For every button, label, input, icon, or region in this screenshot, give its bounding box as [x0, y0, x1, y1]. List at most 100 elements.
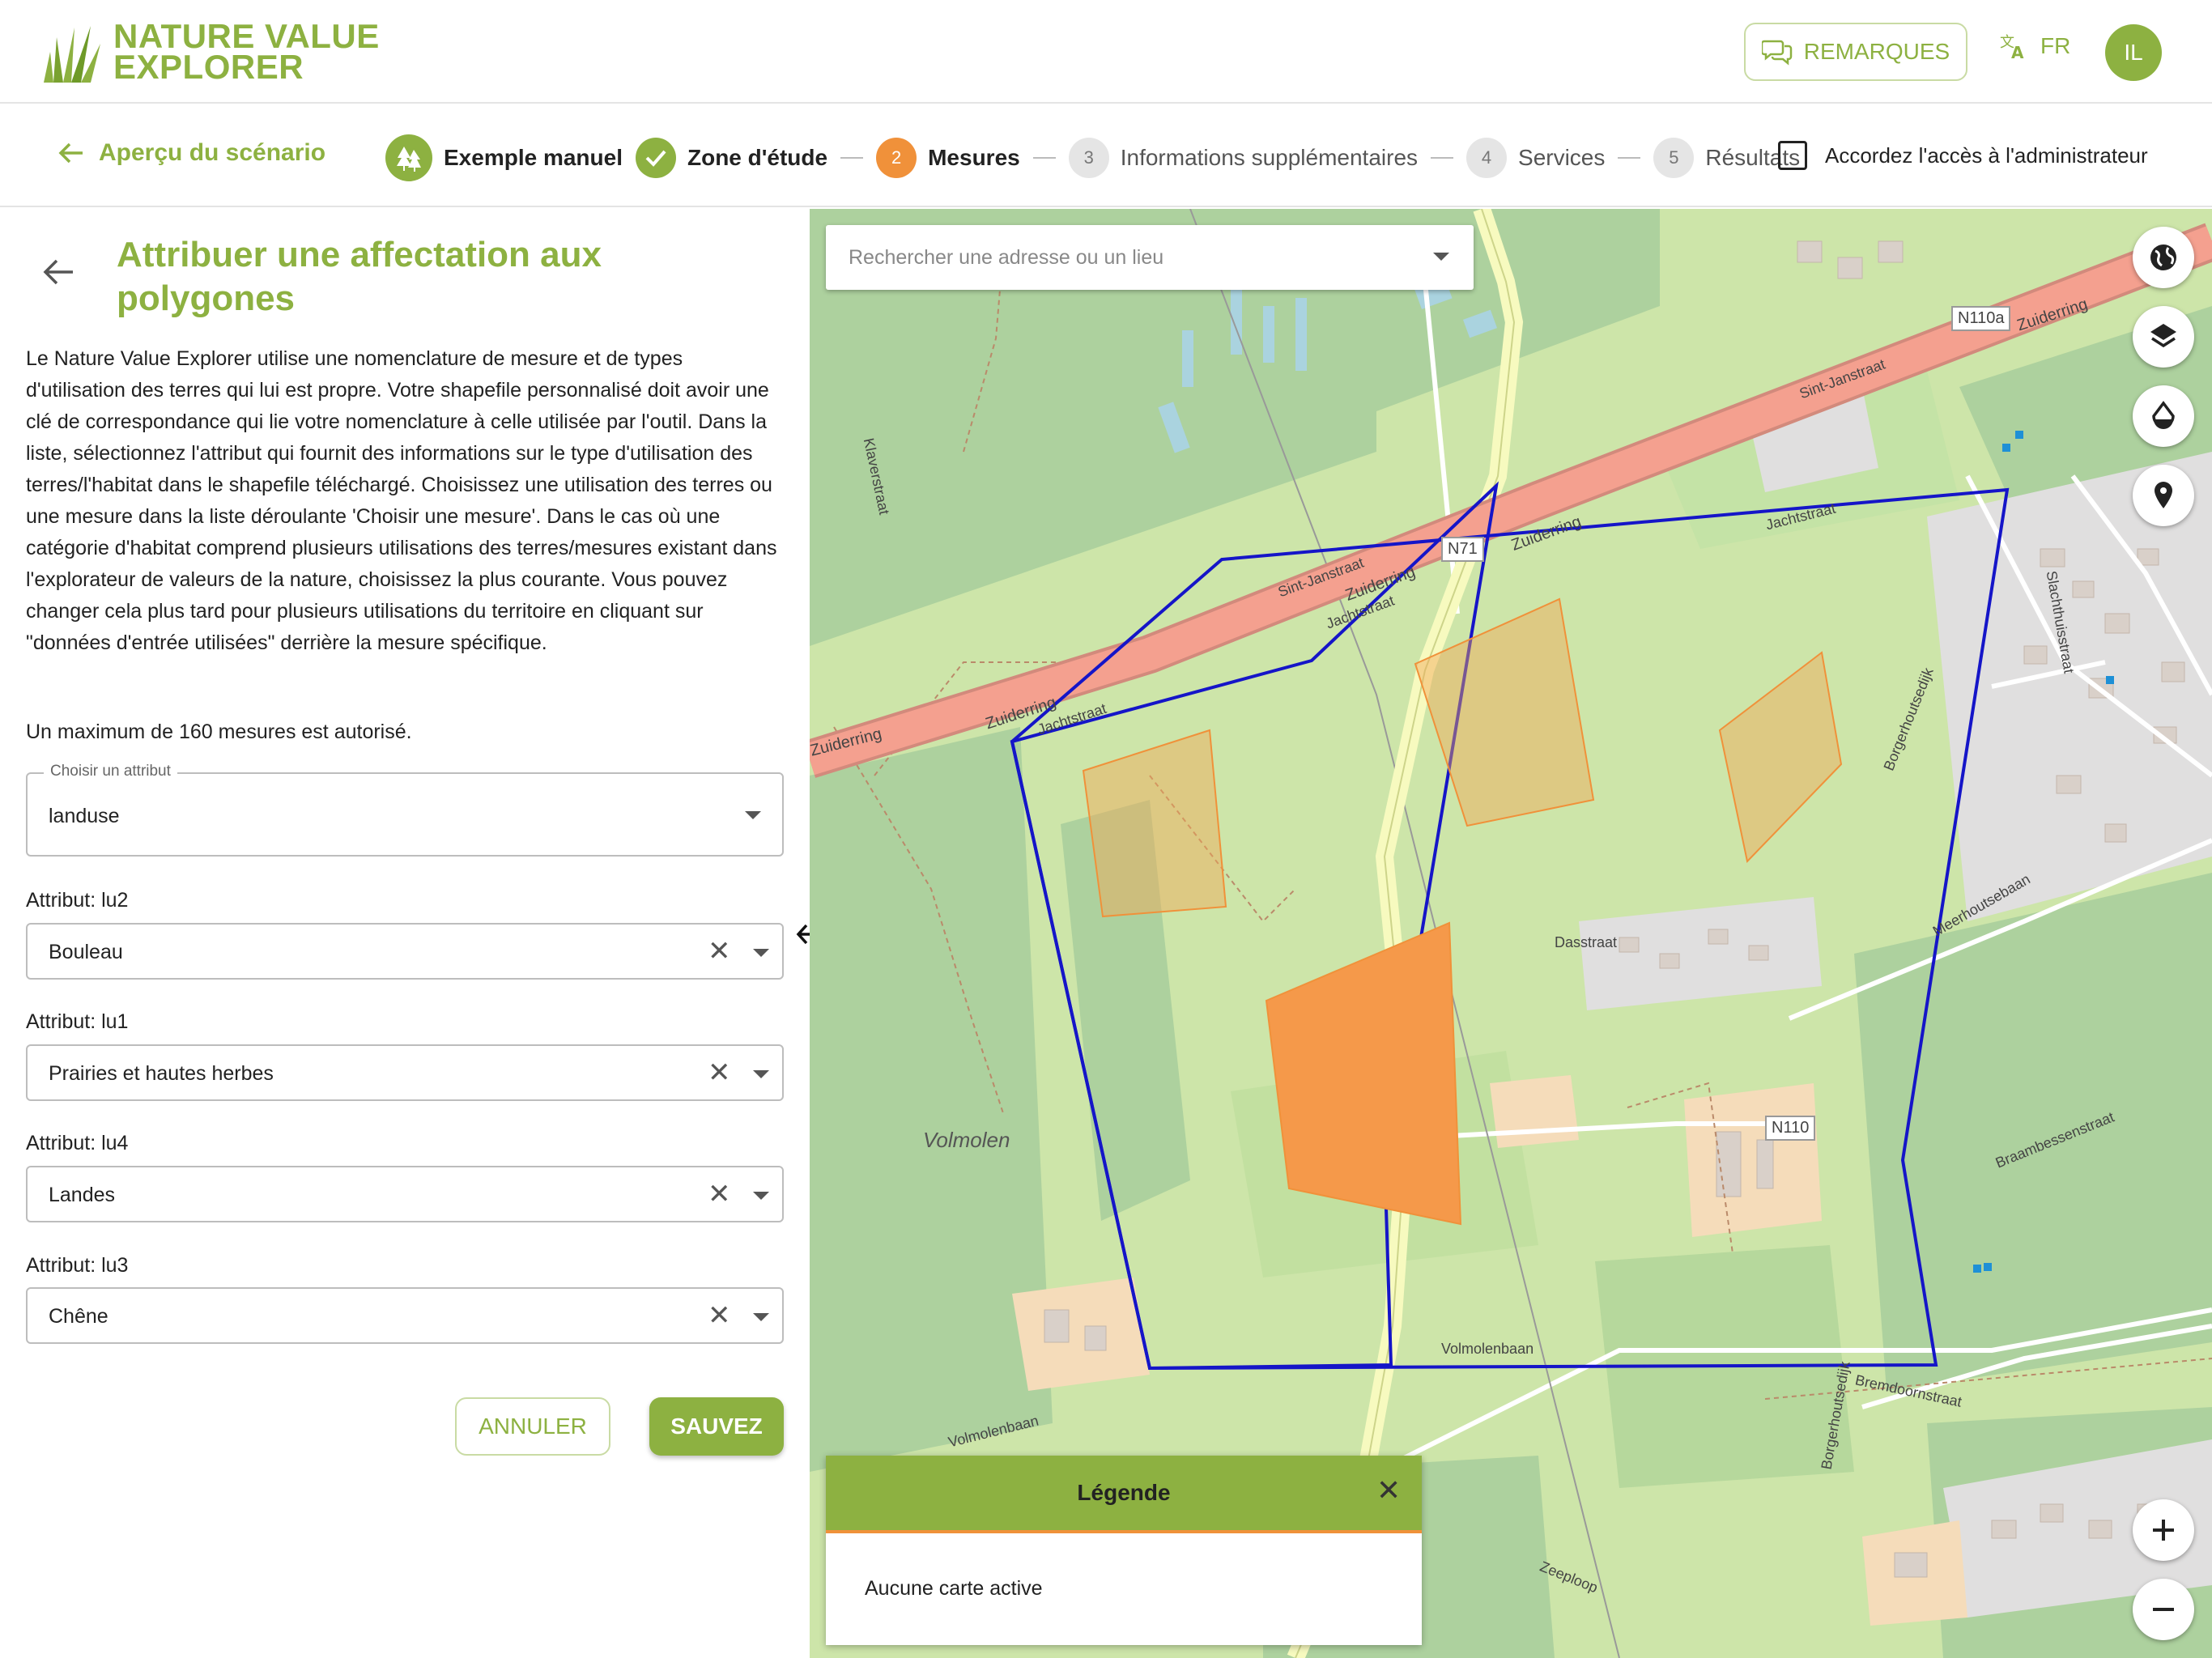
layers-icon [2150, 324, 2176, 348]
user-avatar[interactable]: IL [2105, 24, 2162, 81]
scenario-overview-link[interactable]: Aperçu du scénario [58, 139, 325, 167]
chevron-down-icon[interactable] [1433, 253, 1449, 261]
step-separator [1032, 157, 1056, 159]
app-header: NATURE VALUE EXPLORER REMARQUES 文 A FR I… [0, 0, 2212, 104]
step-scenario-name[interactable]: Exemple manuel [385, 134, 623, 181]
logo-line2: EXPLORER [113, 48, 304, 86]
map-legend: Légende ✕ Aucune carte active [826, 1456, 1422, 1645]
attribute-label-lu2: Attribut: lu2 [26, 889, 129, 912]
attribute-select-label: Choisir un attribut [44, 763, 177, 780]
step-number: 5 [1653, 138, 1695, 178]
attribute-label-lu1: Attribut: lu1 [26, 1010, 129, 1033]
checkmark-icon [635, 138, 676, 178]
legend-empty-text: Aucune carte active [865, 1577, 1043, 1600]
measure-value: Prairies et hautes herbes [49, 1062, 274, 1085]
zoom-in-button[interactable] [2133, 1499, 2194, 1561]
step-measures[interactable]: 2 Mesures [876, 138, 1020, 178]
measure-value: Landes [49, 1184, 116, 1206]
globe-icon [2150, 244, 2176, 270]
language-code: FR [2040, 33, 2071, 58]
max-measures-note: Un maximum de 160 mesures est autorisé. [26, 721, 412, 743]
measure-select-lu2[interactable]: Bouleau ✕ [26, 923, 784, 980]
step-services[interactable]: 4 Services [1466, 138, 1605, 178]
clear-icon[interactable]: ✕ [708, 1302, 731, 1329]
step-number: 3 [1068, 138, 1109, 178]
chevron-down-icon[interactable] [753, 949, 769, 957]
chevron-down-icon[interactable] [753, 1070, 769, 1078]
step-label: Informations supplémentaires [1120, 145, 1419, 170]
step-separator [840, 157, 864, 159]
road-label: Volmolenbaan [1441, 1341, 1534, 1357]
zoom-out-button[interactable] [2133, 1579, 2194, 1640]
cancel-button[interactable]: ANNULER [455, 1397, 610, 1456]
save-button[interactable]: SAUVEZ [649, 1397, 784, 1456]
map-pin-icon [2155, 482, 2172, 508]
attribute-label-lu4: Attribut: lu4 [26, 1132, 129, 1154]
place-label: Volmolen [923, 1128, 1010, 1152]
clear-icon[interactable]: ✕ [708, 1059, 731, 1086]
road-label: N110 [1765, 1116, 1816, 1141]
translate-icon: 文 A [2000, 34, 2024, 62]
chat-bubbles-icon [1761, 40, 1793, 66]
panel-back-button[interactable] [42, 257, 74, 291]
svg-text:A: A [2011, 43, 2024, 62]
layers-button[interactable] [2133, 306, 2194, 368]
map-view[interactable]: N110a Zuiderring N71 Zuiderring Zuiderri… [810, 209, 2212, 1658]
admin-access-label: Accordez l'accès à l'administrateur [1825, 142, 2148, 168]
step-separator [1618, 157, 1641, 159]
opacity-drop-icon [2152, 401, 2175, 429]
language-selector[interactable]: 文 A FR [1998, 31, 2070, 62]
step-number: 2 [876, 138, 917, 178]
step-label: Services [1518, 145, 1606, 170]
remarks-label: REMARQUES [1803, 39, 1950, 64]
app-logo[interactable]: NATURE VALUE EXPLORER [39, 19, 380, 84]
step-bar: Aperçu du scénario Exemple manuel Zone d… [0, 105, 2212, 207]
step-label: Exemple manuel [444, 145, 623, 170]
admin-access-checkbox[interactable] [1778, 141, 1807, 170]
legend-header: Légende ✕ [826, 1456, 1422, 1533]
measure-select-lu3[interactable]: Chêne ✕ [26, 1287, 784, 1344]
panel-description: Le Nature Value Explorer utilise une nom… [26, 347, 777, 654]
opacity-button[interactable] [2133, 385, 2194, 447]
road-label: N71 [1441, 537, 1484, 562]
step-number: 4 [1466, 138, 1508, 178]
admin-access-toggle[interactable]: Accordez l'accès à l'administrateur [1778, 141, 2148, 170]
assignment-panel: Attribuer une affectation aux polygones … [0, 209, 808, 1658]
measure-select-lu4[interactable]: Landes ✕ [26, 1166, 784, 1222]
measure-select-lu1[interactable]: Prairies et hautes herbes ✕ [26, 1044, 784, 1101]
chevron-down-icon [745, 811, 761, 819]
step-label: Zone d'étude [687, 145, 828, 170]
chevron-down-icon[interactable] [753, 1192, 769, 1200]
chevron-down-icon[interactable] [753, 1313, 769, 1321]
step-zone[interactable]: Zone d'étude [635, 138, 828, 178]
measure-value: Chêne [49, 1305, 108, 1328]
attribute-select-value: landuse [49, 805, 120, 827]
legend-title: Légende [1077, 1480, 1171, 1505]
scenario-steps: Exemple manuel Zone d'étude 2 Mesures 3 … [385, 134, 1800, 181]
measure-value: Bouleau [49, 941, 123, 963]
grass-logo-icon [44, 26, 100, 83]
step-additional-info[interactable]: 3 Informations supplémentaires [1068, 138, 1419, 178]
plus-icon [2153, 1520, 2174, 1541]
clear-icon[interactable]: ✕ [708, 937, 731, 965]
panel-title: Attribuer une affectation aux polygones [117, 235, 602, 318]
minus-icon [2153, 1608, 2174, 1611]
attribute-label-lu3: Attribut: lu3 [26, 1254, 129, 1277]
address-search-input[interactable]: Rechercher une adresse ou un lieu [826, 225, 1474, 290]
back-link-label: Aperçu du scénario [99, 139, 326, 166]
remarks-button[interactable]: REMARQUES [1744, 23, 1967, 81]
road-label: N110a [1951, 306, 2011, 331]
close-icon[interactable]: ✕ [1376, 1473, 1401, 1507]
map-canvas[interactable] [810, 209, 2212, 1658]
road-label: Dasstraat [1555, 934, 1618, 950]
arrow-left-icon [58, 142, 83, 164]
clear-icon[interactable]: ✕ [708, 1180, 731, 1208]
tree-icon [385, 134, 432, 181]
step-separator [1431, 157, 1454, 159]
step-label: Mesures [928, 145, 1020, 170]
location-button[interactable] [2133, 465, 2194, 526]
arrow-left-icon [43, 259, 73, 285]
attribute-select[interactable]: Choisir un attribut landuse [26, 763, 784, 857]
search-placeholder: Rechercher une adresse ou un lieu [849, 246, 1164, 269]
globe-button[interactable] [2133, 227, 2194, 288]
